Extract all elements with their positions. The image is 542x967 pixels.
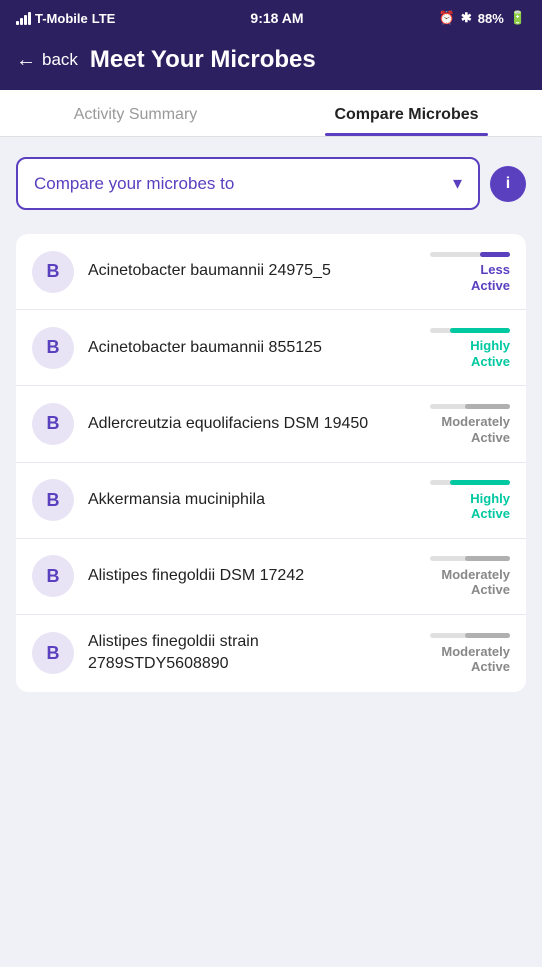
battery-level: 88%: [478, 11, 504, 26]
microbe-list: B Acinetobacter baumannii 24975_5 LessAc…: [16, 234, 526, 692]
status-carrier: T-Mobile LTE: [16, 11, 115, 26]
status-bar: T-Mobile LTE 9:18 AM ⏰ ✱ 88% 🔋: [0, 0, 542, 36]
page-title: Meet Your Microbes: [90, 46, 316, 74]
microbe-item[interactable]: B Alistipes finegoldii strain 2789STDY56…: [16, 615, 526, 692]
tab-activity-summary[interactable]: Activity Summary: [0, 90, 271, 136]
activity-label: ModeratelyActive: [441, 414, 510, 445]
microbe-activity: HighlyActive: [400, 479, 510, 522]
activity-label: ModeratelyActive: [441, 567, 510, 598]
bar-fill: [465, 556, 510, 561]
microbe-item[interactable]: B Acinetobacter baumannii 855125 HighlyA…: [16, 310, 526, 386]
microbe-name: Adlercreutzia equolifaciens DSM 19450: [88, 413, 386, 435]
network-type: LTE: [92, 11, 116, 26]
bluetooth-icon: ✱: [461, 10, 472, 26]
microbe-avatar: B: [32, 479, 74, 521]
microbe-activity: ModeratelyActive: [400, 632, 510, 675]
microbe-activity: ModeratelyActive: [400, 555, 510, 598]
alarm-icon: ⏰: [439, 10, 455, 26]
bar-fill: [465, 633, 510, 638]
microbe-item[interactable]: B Akkermansia muciniphila HighlyActive: [16, 463, 526, 539]
compare-dropdown[interactable]: Compare your microbes to ▾: [16, 157, 480, 210]
dropdown-text: Compare your microbes to: [34, 174, 234, 194]
microbe-item[interactable]: B Alistipes finegoldii DSM 17242 Moderat…: [16, 539, 526, 615]
activity-bar-container: [400, 555, 510, 563]
activity-bar-container: [400, 632, 510, 640]
battery-icon: 🔋: [510, 10, 526, 26]
microbe-avatar: B: [32, 251, 74, 293]
signal-icon: [16, 12, 31, 25]
microbe-name: Akkermansia muciniphila: [88, 489, 386, 511]
microbe-avatar: B: [32, 403, 74, 445]
tab-compare-label: Compare Microbes: [334, 106, 478, 123]
activity-label: LessActive: [471, 262, 510, 293]
status-icons: ⏰ ✱ 88% 🔋: [439, 10, 526, 26]
microbe-name: Acinetobacter baumannii 855125: [88, 337, 386, 359]
carrier-label: T-Mobile: [35, 11, 88, 26]
activity-label: HighlyActive: [470, 338, 510, 369]
microbe-name: Alistipes finegoldii strain 2789STDY5608…: [88, 631, 386, 676]
tab-compare-microbes[interactable]: Compare Microbes: [271, 90, 542, 136]
activity-label: ModeratelyActive: [441, 644, 510, 675]
status-time: 9:18 AM: [250, 10, 303, 26]
microbe-item[interactable]: B Adlercreutzia equolifaciens DSM 19450 …: [16, 386, 526, 462]
header: ← back Meet Your Microbes: [0, 36, 542, 90]
tab-bar: Activity Summary Compare Microbes: [0, 90, 542, 137]
info-button[interactable]: i: [490, 166, 526, 202]
microbe-item[interactable]: B Acinetobacter baumannii 24975_5 LessAc…: [16, 234, 526, 310]
back-label: back: [42, 50, 78, 70]
dropdown-container: Compare your microbes to ▾ i: [16, 157, 526, 210]
bar-fill: [480, 252, 510, 257]
microbe-avatar: B: [32, 632, 74, 674]
microbe-name: Alistipes finegoldii DSM 17242: [88, 565, 386, 587]
bar-fill: [450, 480, 510, 485]
microbe-activity: LessActive: [400, 250, 510, 293]
bar-fill: [465, 404, 510, 409]
back-arrow-icon: ←: [16, 49, 36, 72]
chevron-down-icon: ▾: [453, 173, 462, 194]
tab-activity-label: Activity Summary: [74, 106, 198, 123]
main-content: Compare your microbes to ▾ i B Acinetoba…: [0, 137, 542, 712]
bar-fill: [450, 328, 510, 333]
microbe-activity: ModeratelyActive: [400, 402, 510, 445]
microbe-avatar: B: [32, 327, 74, 369]
back-button[interactable]: ← back: [16, 49, 78, 72]
activity-label: HighlyActive: [470, 491, 510, 522]
activity-bar-container: [400, 479, 510, 487]
microbe-activity: HighlyActive: [400, 326, 510, 369]
info-label: i: [506, 175, 510, 193]
activity-bar-container: [400, 326, 510, 334]
microbe-avatar: B: [32, 555, 74, 597]
activity-bar-container: [400, 250, 510, 258]
activity-bar-container: [400, 402, 510, 410]
microbe-name: Acinetobacter baumannii 24975_5: [88, 260, 386, 282]
